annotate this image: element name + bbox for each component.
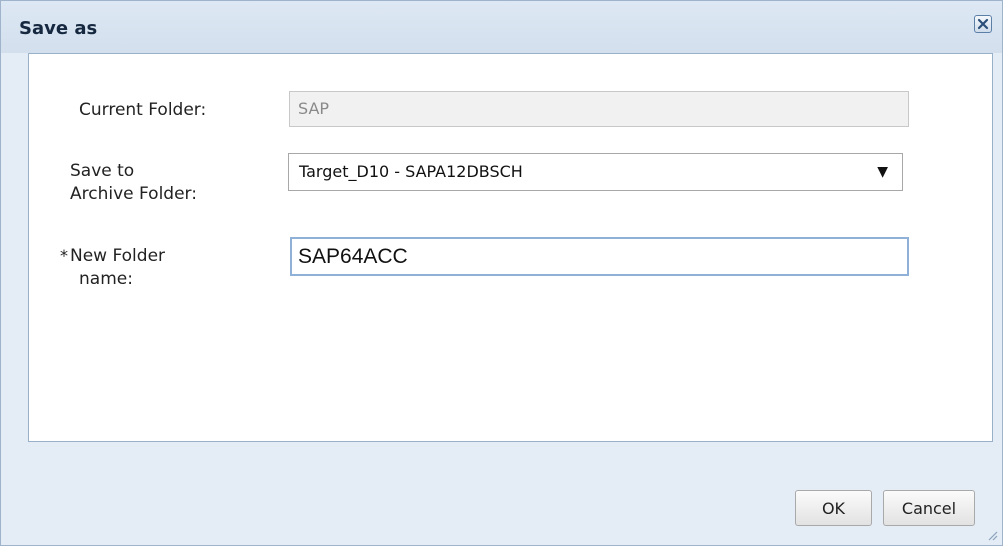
ok-button[interactable]: OK: [795, 490, 872, 526]
new-folder-name-input[interactable]: [290, 237, 909, 276]
close-icon: [977, 18, 989, 30]
resize-grip-icon[interactable]: [986, 529, 998, 541]
dropdown-arrow-icon: ▼: [877, 164, 888, 180]
archive-folder-label-line2: Archive Folder:: [70, 184, 197, 204]
required-marker: *: [60, 246, 68, 265]
new-folder-label-line1: New Folder: [70, 246, 166, 266]
current-folder-label: Current Folder:: [79, 100, 207, 120]
archive-folder-label-line1: Save to: [70, 161, 135, 181]
current-folder-field: SAP: [289, 91, 909, 127]
archive-folder-select[interactable]: Target_D10 - SAPA12DBSCH ▼: [288, 153, 903, 191]
close-button[interactable]: [974, 15, 992, 33]
dialog-content: Current Folder: SAP Save to Archive Fold…: [28, 53, 993, 442]
archive-folder-selected-value: Target_D10 - SAPA12DBSCH: [299, 162, 523, 181]
new-folder-label-line2: name:: [79, 269, 133, 289]
dialog-titlebar[interactable]: Save as: [1, 1, 1002, 53]
cancel-button[interactable]: Cancel: [883, 490, 975, 526]
save-as-dialog: Save as Current Folder: SAP Save to Arch…: [0, 0, 1003, 546]
dialog-title: Save as: [19, 18, 98, 39]
